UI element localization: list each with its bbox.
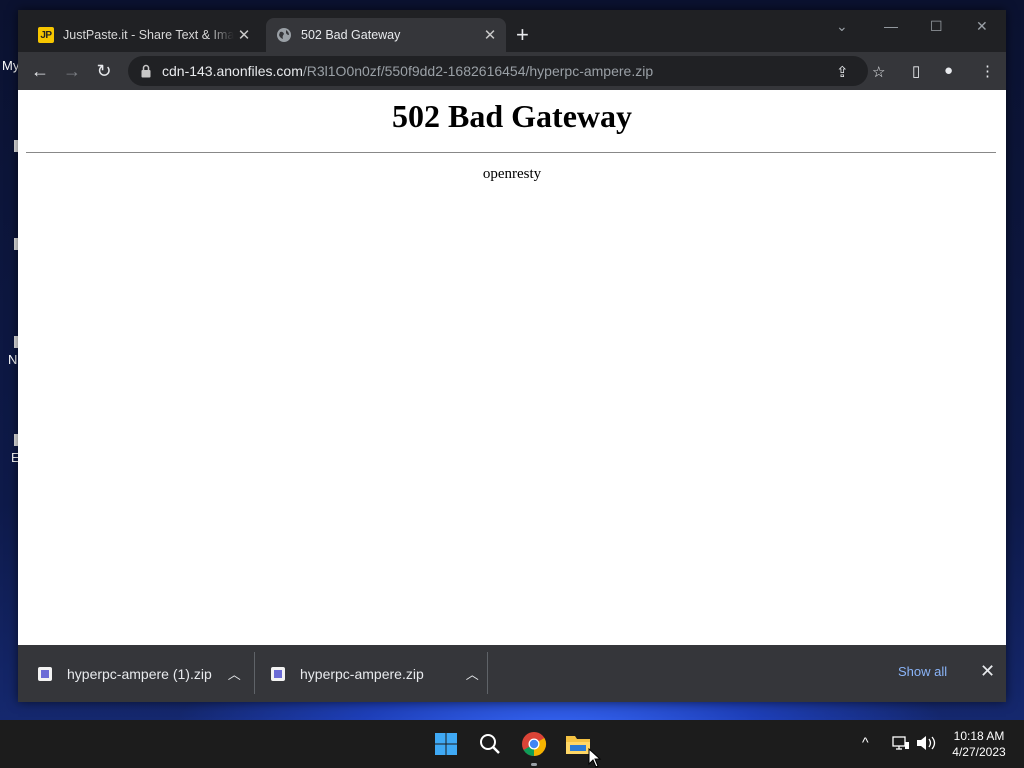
- forward-button[interactable]: →: [61, 60, 83, 82]
- new-tab-button[interactable]: +: [516, 24, 529, 46]
- lock-icon[interactable]: [140, 64, 152, 78]
- bookmark-star-icon[interactable]: ☆: [872, 63, 885, 81]
- tab-justpaste[interactable]: JP JustPaste.it - Share Text & Images ✕: [28, 18, 260, 52]
- divider: [26, 152, 996, 153]
- tab-502-bad-gateway[interactable]: 502 Bad Gateway ✕: [266, 18, 506, 52]
- system-clock[interactable]: 10:18 AM 4/27/2023: [944, 728, 1014, 760]
- tab-title: JustPaste.it - Share Text & Images: [63, 28, 234, 42]
- chevron-up-icon[interactable]: ︿: [466, 664, 479, 683]
- url-path: /R3l1O0n0zf/550f9dd2-1682616454/hyperpc-…: [302, 63, 654, 79]
- running-indicator: [531, 763, 537, 766]
- address-bar[interactable]: cdn-143.anonfiles.com/R3l1O0n0zf/550f9dd…: [128, 56, 868, 86]
- taskbar: ^ 10:18 AM 4/27/2023: [0, 720, 1024, 768]
- volume-icon[interactable]: [916, 735, 936, 751]
- tab-title: 502 Bad Gateway: [301, 28, 401, 42]
- download-shelf-close-icon[interactable]: ✕: [980, 661, 995, 682]
- justpaste-favicon-icon: JP: [38, 27, 54, 43]
- clock-date: 4/27/2023: [952, 745, 1006, 759]
- menu-kebab-icon[interactable]: ⋮: [980, 62, 995, 80]
- back-button[interactable]: ←: [29, 60, 51, 82]
- minimize-button[interactable]: —: [884, 18, 898, 34]
- browser-window: JP JustPaste.it - Share Text & Images ✕ …: [18, 10, 1006, 702]
- search-button[interactable]: [474, 728, 506, 760]
- side-panel-icon[interactable]: ▯: [912, 62, 920, 80]
- search-icon: [480, 734, 500, 754]
- server-name: openresty: [482, 166, 542, 182]
- start-button[interactable]: [430, 728, 462, 760]
- download-shelf: hyperpc-ampere (1).zip ︿ hyperpc-ampere.…: [18, 645, 1006, 702]
- chrome-taskbar-button[interactable]: [518, 728, 550, 760]
- url-host: cdn-143.anonfiles.com: [162, 63, 303, 79]
- share-icon[interactable]: ⇪: [836, 63, 849, 81]
- download-filename: hyperpc-ampere.zip: [300, 665, 424, 682]
- profile-icon[interactable]: ●: [944, 62, 953, 79]
- desktop-icon-label-my[interactable]: My: [2, 58, 19, 73]
- tab-close-icon[interactable]: ✕: [234, 26, 254, 44]
- download-separator: [254, 652, 255, 694]
- mouse-cursor-icon: [588, 748, 602, 768]
- tab-search-chevron-icon[interactable]: ⌄: [836, 18, 848, 35]
- zip-file-icon: [271, 666, 285, 681]
- tab-close-icon[interactable]: ✕: [480, 26, 500, 44]
- network-icon[interactable]: [892, 735, 910, 751]
- window-close-button[interactable]: ✕: [976, 18, 988, 35]
- tray-chevron-icon[interactable]: ^: [862, 734, 869, 750]
- download-separator: [487, 652, 488, 694]
- desktop-icon-label-n[interactable]: N: [8, 352, 17, 367]
- show-all-button[interactable]: Show all: [898, 664, 947, 679]
- zip-file-icon: [38, 666, 52, 681]
- reload-button[interactable]: ↻: [93, 60, 115, 82]
- download-item[interactable]: hyperpc-ampere (1).zip ︿: [38, 645, 241, 702]
- clock-time: 10:18 AM: [953, 729, 1005, 743]
- globe-icon: [276, 27, 292, 43]
- chrome-icon: [522, 732, 547, 756]
- maximize-button[interactable]: ☐: [930, 18, 943, 35]
- browser-toolbar: ← → ↻ cdn-143.anonfiles.com/R3l1O0n0zf/5…: [18, 52, 1006, 90]
- error-heading: 502 Bad Gateway: [392, 98, 632, 134]
- tab-strip: JP JustPaste.it - Share Text & Images ✕ …: [18, 10, 1006, 52]
- page-content: 502 Bad Gateway openresty: [18, 90, 1006, 645]
- chevron-up-icon[interactable]: ︿: [228, 664, 241, 683]
- download-item[interactable]: hyperpc-ampere.zip ︿: [271, 645, 479, 702]
- windows-logo-icon: [435, 733, 457, 755]
- download-filename: hyperpc-ampere (1).zip: [67, 665, 212, 682]
